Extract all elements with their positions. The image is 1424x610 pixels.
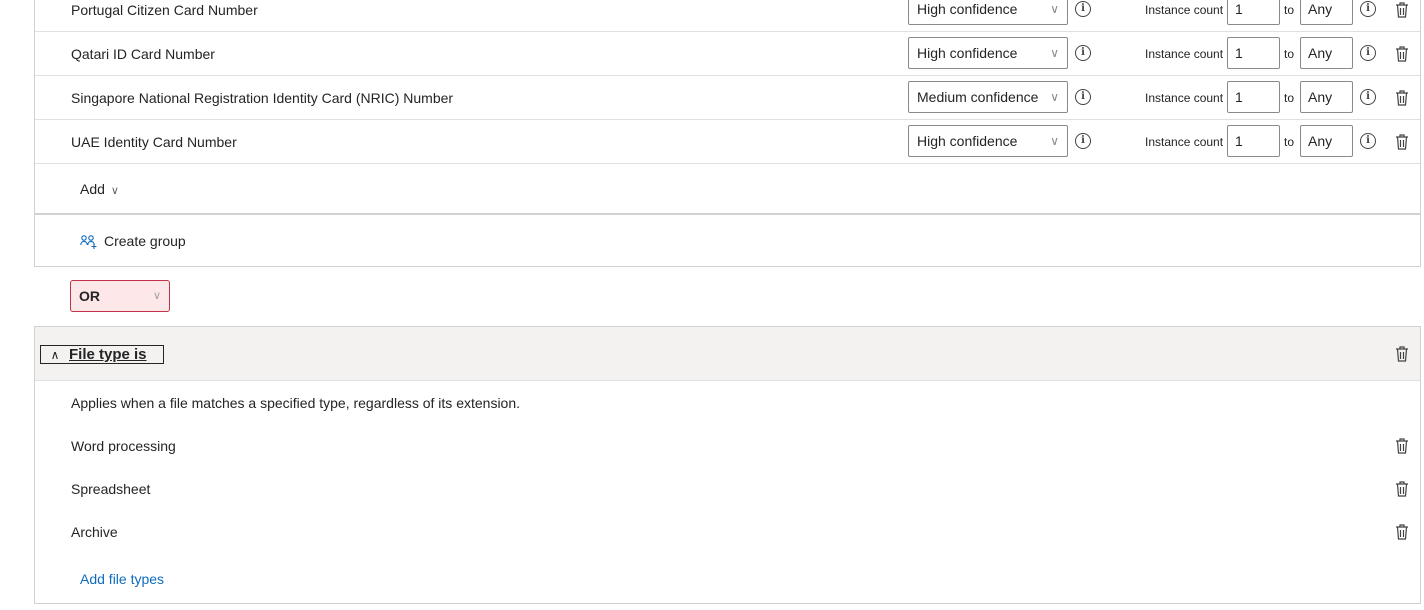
trash-icon[interactable] <box>1395 524 1409 540</box>
trash-icon[interactable] <box>1395 46 1409 62</box>
trash-icon[interactable] <box>1395 346 1409 362</box>
chevron-down-icon: ∨ <box>1050 134 1059 148</box>
instance-count-label: Instance count <box>1145 135 1224 149</box>
instance-max-input[interactable] <box>1300 37 1353 69</box>
chevron-down-icon: ∨ <box>152 290 161 302</box>
info-icon[interactable]: i <box>1075 45 1091 61</box>
info-icon[interactable]: i <box>1075 1 1091 17</box>
sit-row: Qatari ID Card Number High confidence ∨ … <box>35 32 1420 76</box>
trash-icon[interactable] <box>1395 90 1409 106</box>
trash-icon[interactable] <box>1395 2 1409 18</box>
instance-max-input[interactable] <box>1300 0 1353 25</box>
trash-icon[interactable] <box>1395 134 1409 150</box>
create-group-icon <box>80 234 97 249</box>
chevron-down-icon: ∨ <box>1050 46 1059 60</box>
chevron-down-icon: ∨ <box>110 185 119 197</box>
instance-min-input[interactable] <box>1227 125 1280 157</box>
trash-icon[interactable] <box>1395 481 1409 497</box>
list-item: Archive <box>35 511 1420 554</box>
file-type-condition: ∧ File type is Applies when a file match… <box>34 326 1421 604</box>
file-type-name: Word processing <box>71 438 176 454</box>
add-file-types-link[interactable]: Add file types <box>80 571 164 587</box>
sit-name: Portugal Citizen Card Number <box>71 2 258 18</box>
file-type-collapse-toggle[interactable]: ∧ File type is <box>40 345 164 364</box>
instance-count-label: Instance count <box>1145 91 1224 105</box>
info-icon[interactable]: i <box>1360 1 1376 17</box>
to-label: to <box>1284 91 1295 105</box>
sit-row: Singapore National Registration Identity… <box>35 76 1420 120</box>
confidence-dropdown[interactable]: High confidence ∨ <box>908 37 1068 69</box>
file-type-name: Archive <box>71 524 118 540</box>
instance-min-input[interactable] <box>1227 81 1280 113</box>
to-label: to <box>1284 47 1295 61</box>
chevron-down-icon: ∨ <box>1050 90 1059 104</box>
file-type-title: File type is <box>69 346 147 363</box>
chevron-up-icon: ∧ <box>50 347 60 362</box>
info-icon[interactable]: i <box>1360 89 1376 105</box>
info-icon[interactable]: i <box>1360 45 1376 61</box>
confidence-dropdown[interactable]: Medium confidence ∨ <box>908 81 1068 113</box>
confidence-dropdown[interactable]: High confidence ∨ <box>908 0 1068 25</box>
instance-max-input[interactable] <box>1300 81 1353 113</box>
instance-count-label: Instance count <box>1145 47 1224 61</box>
file-type-name: Spreadsheet <box>71 481 151 497</box>
list-item: Word processing <box>35 425 1420 468</box>
instance-max-input[interactable] <box>1300 125 1353 157</box>
sit-name: UAE Identity Card Number <box>71 134 237 150</box>
sit-row: Portugal Citizen Card Number High confid… <box>35 0 1420 32</box>
to-label: to <box>1284 135 1295 149</box>
instance-min-input[interactable] <box>1227 0 1280 25</box>
add-row: Add ∨ <box>35 164 1420 215</box>
info-icon[interactable]: i <box>1075 89 1091 105</box>
create-group-row: Create group <box>35 216 1420 266</box>
sensitive-info-group: Portugal Citizen Card Number High confid… <box>34 0 1421 267</box>
info-icon[interactable]: i <box>1075 133 1091 149</box>
list-item: Spreadsheet <box>35 468 1420 511</box>
sit-name: Qatari ID Card Number <box>71 46 215 62</box>
chevron-down-icon: ∨ <box>1050 2 1059 16</box>
operator-dropdown[interactable]: OR ∨ <box>70 280 170 312</box>
add-button[interactable]: Add ∨ <box>80 164 119 215</box>
create-group-button[interactable]: Create group <box>80 216 186 266</box>
info-icon[interactable]: i <box>1360 133 1376 149</box>
instance-count-label: Instance count <box>1145 3 1224 17</box>
to-label: to <box>1284 3 1295 17</box>
file-type-header: ∧ File type is <box>35 327 1420 381</box>
sit-row: UAE Identity Card Number High confidence… <box>35 120 1420 164</box>
confidence-dropdown[interactable]: High confidence ∨ <box>908 125 1068 157</box>
file-type-description: Applies when a file matches a specified … <box>71 395 521 411</box>
instance-min-input[interactable] <box>1227 37 1280 69</box>
trash-icon[interactable] <box>1395 438 1409 454</box>
sit-name: Singapore National Registration Identity… <box>71 90 454 106</box>
